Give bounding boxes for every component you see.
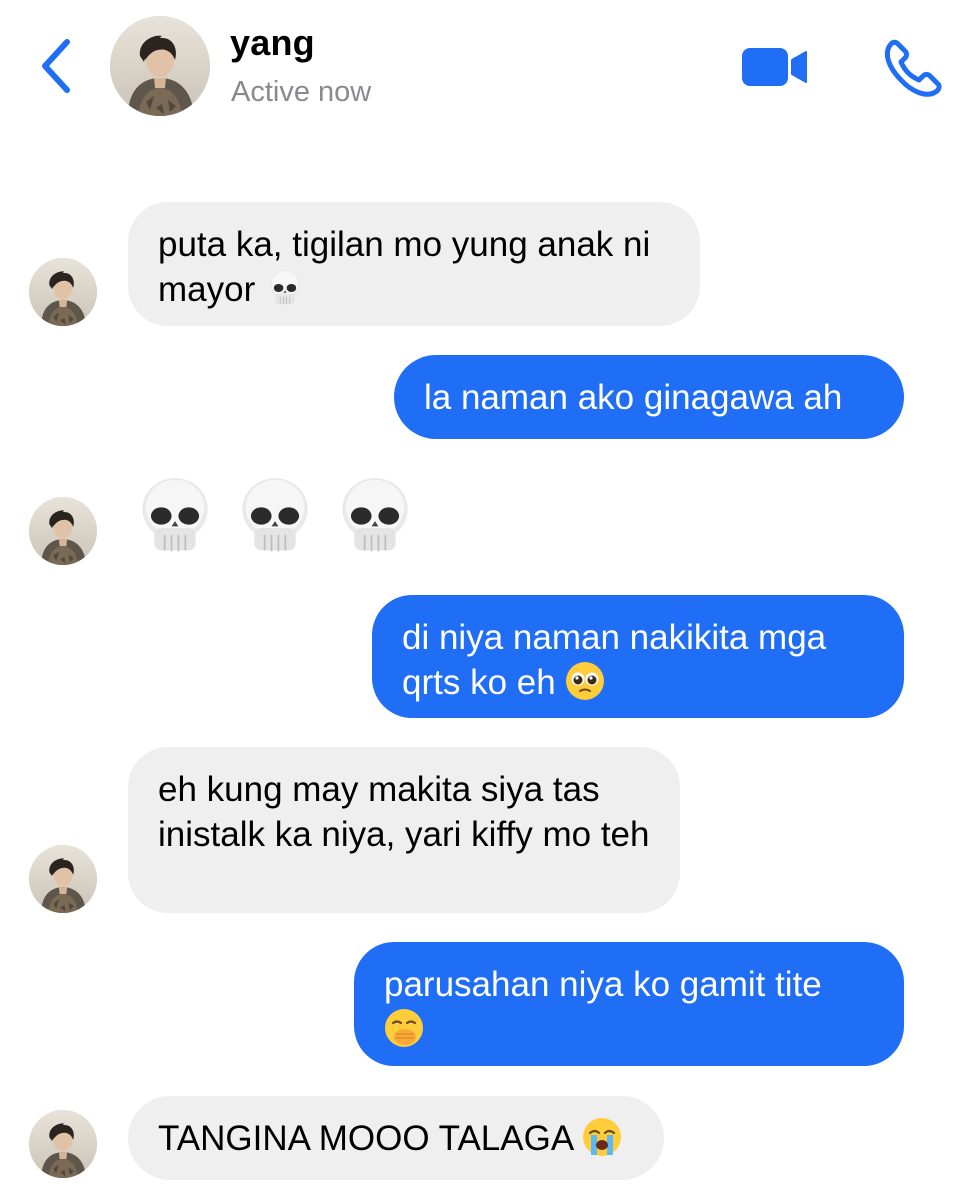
message-bubble-incoming[interactable]: TANGINA MOOO TALAGA [128,1096,664,1180]
chat-header: yang Active now [0,0,964,140]
hand-over-mouth-icon [385,1009,423,1047]
message-bubble-incoming[interactable]: eh kung may makita siya tas inistalk ka … [128,747,680,913]
message-text: di niya naman nakikita mga qrts ko eh [402,618,827,702]
message-bubble-incoming[interactable]: puta ka, tigilan mo yung anak ni mayor [128,202,700,326]
skull-icon [341,477,409,553]
emoji-message[interactable] [132,466,418,566]
contact-status: Active now [231,76,372,108]
skull-icon [141,477,209,553]
sender-avatar[interactable] [29,1110,97,1178]
sender-avatar[interactable] [29,258,97,326]
phone-icon [884,39,942,97]
video-call-button[interactable] [738,40,810,94]
message-text: TANGINA MOOO TALAGA [158,1119,573,1158]
sender-avatar[interactable] [29,845,97,913]
chevron-left-icon [42,39,70,93]
contact-avatar[interactable] [110,16,210,116]
skull-icon [269,269,301,305]
video-camera-icon [742,48,807,86]
message-text: eh kung may makita siya tas inistalk ka … [158,770,650,854]
message-bubble-outgoing[interactable]: parusahan niya ko gamit tite [354,942,904,1066]
skull-icon [241,477,309,553]
sender-avatar[interactable] [29,497,97,565]
loudly-crying-face-icon [583,1118,621,1156]
message-text: parusahan niya ko gamit tite [384,965,822,1004]
back-button[interactable] [30,34,80,98]
contact-name[interactable]: yang [230,22,315,64]
voice-call-button[interactable] [880,34,946,100]
message-bubble-outgoing[interactable]: la naman ako ginagawa ah [394,355,904,439]
message-bubble-outgoing[interactable]: di niya naman nakikita mga qrts ko eh [372,595,904,718]
message-text: la naman ako ginagawa ah [424,378,843,417]
message-text: puta ka, tigilan mo yung anak ni mayor [158,225,651,309]
pleading-face-icon [566,662,605,700]
